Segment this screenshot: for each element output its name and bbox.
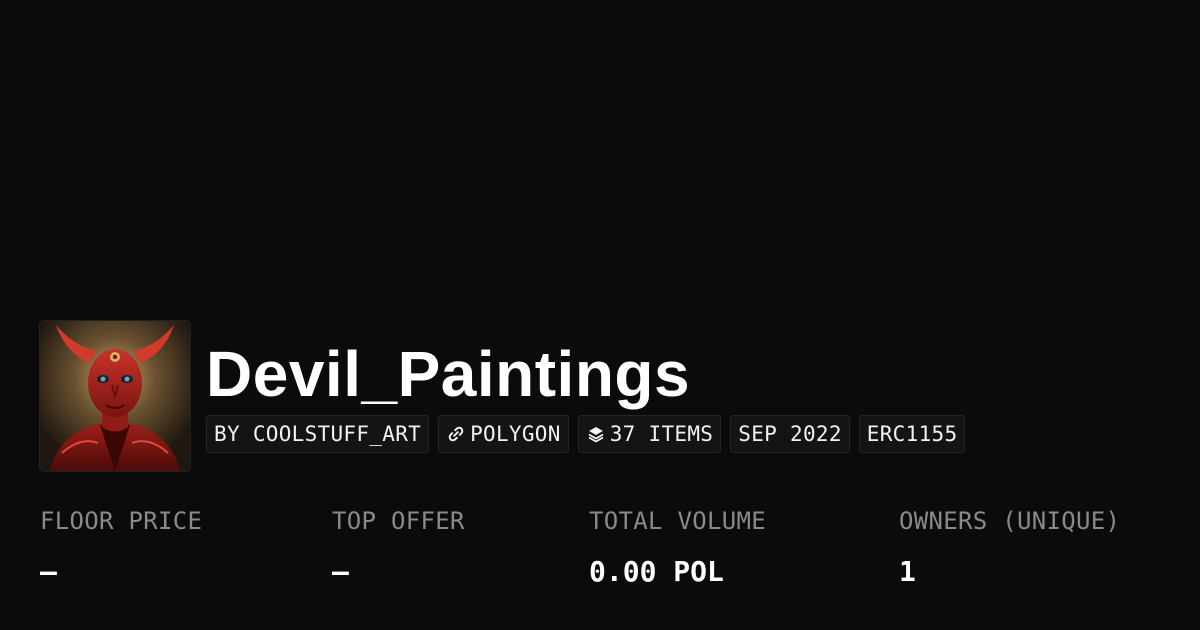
items-label: 37 ITEMS [609, 422, 714, 446]
total-volume-stat: TOTAL VOLUME 0.00 POL [589, 505, 766, 589]
items-tag[interactable]: 37 ITEMS [577, 415, 722, 453]
devil-painting-avatar [40, 321, 190, 471]
token-standard-tag: ERC1155 [858, 415, 966, 453]
floor-price-label: FLOOR PRICE [40, 507, 203, 535]
created-date-label: SEP 2022 [738, 422, 842, 446]
collection-title: Devil_Paintings [206, 338, 691, 410]
owners-stat: OWNERS (UNIQUE) 1 [899, 505, 1120, 589]
top-offer-stat: TOP OFFER – [332, 505, 465, 589]
polygon-link-icon [446, 424, 466, 444]
layers-icon [586, 424, 606, 444]
creator-label: BY COOLSTUFF_ART [214, 422, 422, 446]
collection-tags: BY COOLSTUFF_ART POLYGON 37 ITEMS SEP 20… [206, 415, 966, 453]
collection-avatar [40, 321, 190, 471]
created-date-tag: SEP 2022 [730, 415, 850, 453]
total-volume-value: 0.00 POL [589, 555, 724, 588]
top-offer-label: TOP OFFER [332, 507, 465, 535]
owners-value: 1 [899, 555, 916, 588]
creator-tag[interactable]: BY COOLSTUFF_ART [206, 415, 430, 453]
floor-price-value: – [40, 555, 57, 588]
chain-tag[interactable]: POLYGON [438, 415, 569, 453]
owners-label: OWNERS (UNIQUE) [899, 507, 1121, 535]
token-standard-label: ERC1155 [866, 422, 958, 446]
top-offer-value: – [332, 555, 349, 588]
floor-price-stat: FLOOR PRICE – [40, 505, 202, 589]
chain-label: POLYGON [470, 422, 561, 446]
total-volume-label: TOTAL VOLUME [589, 507, 766, 535]
